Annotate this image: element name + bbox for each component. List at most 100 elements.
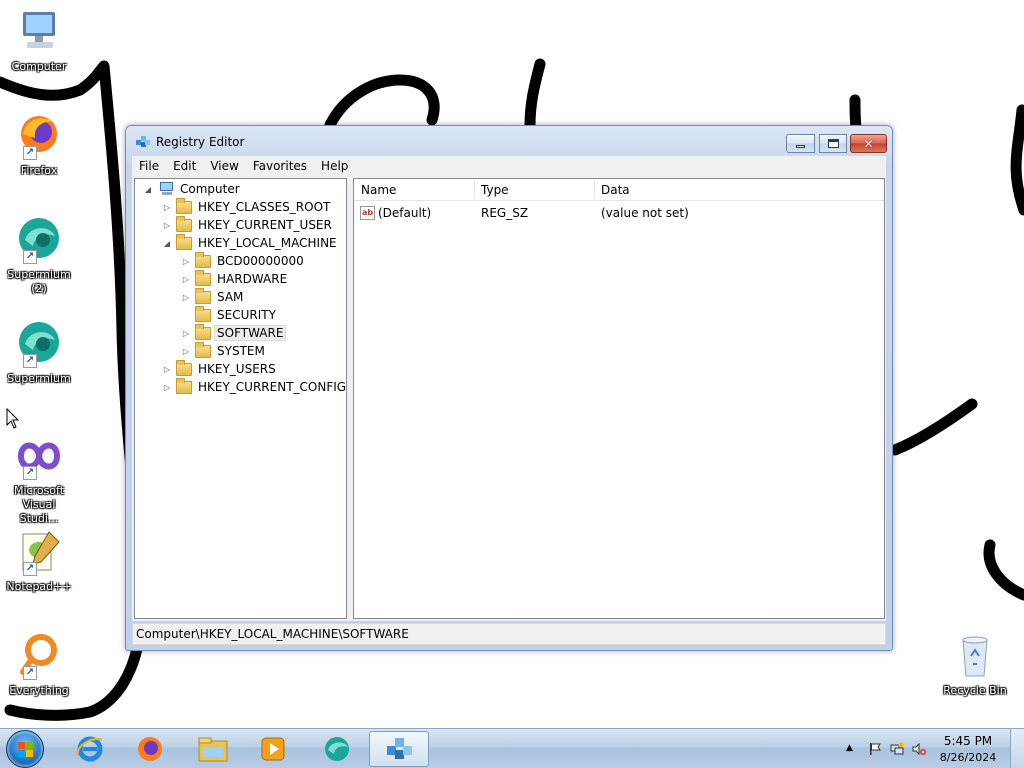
- clock-time[interactable]: 5:45 PM: [938, 734, 998, 748]
- taskbar-file-explorer[interactable]: [185, 731, 241, 767]
- desktop-icon-label: Supermium: [7, 372, 71, 385]
- expand-toggle-icon[interactable]: ▷: [181, 329, 191, 338]
- close-icon: ✕: [863, 136, 874, 151]
- value-row[interactable]: ab (Default) REG_SZ (value not set): [354, 203, 884, 223]
- taskbar-firefox[interactable]: [122, 731, 178, 767]
- shortcut-arrow-icon: ↗: [23, 354, 37, 368]
- folder-icon: [195, 341, 211, 358]
- tree-node-hkcc[interactable]: ▷ HKEY_CURRENT_CONFIG: [162, 377, 347, 396]
- mouse-cursor-icon: [6, 408, 20, 429]
- folder-icon: [195, 251, 211, 268]
- expand-toggle-icon[interactable]: ▷: [181, 257, 191, 266]
- supermium-icon: [325, 737, 349, 761]
- column-divider[interactable]: [594, 181, 595, 199]
- tree-label: Computer: [180, 182, 240, 196]
- desktop-icon-firefox[interactable]: ↗ Firefox: [3, 112, 75, 178]
- tree-node-sam[interactable]: ▷ SAM: [181, 287, 245, 306]
- registry-editor-window[interactable]: Registry Editor ✕ File Edit View Favorit…: [125, 125, 893, 651]
- status-path: Computer\HKEY_LOCAL_MACHINE\SOFTWARE: [136, 627, 409, 641]
- show-desktop-button[interactable]: [1010, 729, 1024, 768]
- column-divider[interactable]: [474, 181, 475, 199]
- tree-node-hklm[interactable]: ◢ HKEY_LOCAL_MACHINE: [162, 233, 339, 252]
- expand-toggle-icon[interactable]: ▷: [162, 221, 172, 230]
- menu-file[interactable]: File: [132, 159, 166, 173]
- taskbar-registry-editor[interactable]: [369, 731, 429, 767]
- expand-toggle-icon[interactable]: ▷: [162, 383, 172, 392]
- folder-icon: [176, 197, 192, 214]
- menu-edit[interactable]: Edit: [166, 159, 203, 173]
- folder-icon: [176, 215, 192, 232]
- tree-label: BCD00000000: [217, 254, 304, 268]
- folder-icon: [195, 323, 211, 340]
- desktop-icon-computer[interactable]: Computer: [3, 8, 75, 74]
- tree-node-hardware[interactable]: ▷ HARDWARE: [181, 269, 289, 288]
- desktop-icon-label: Microsoft Visual Studi...: [13, 484, 65, 525]
- menu-view[interactable]: View: [203, 159, 245, 173]
- tree-node-security[interactable]: SECURITY: [181, 305, 278, 324]
- windows-logo-icon: [18, 742, 33, 757]
- tree-node-software[interactable]: ▷ SOFTWARE: [181, 323, 287, 342]
- clock-date[interactable]: 8/26/2024: [938, 751, 998, 764]
- network-icon[interactable]: [890, 742, 904, 756]
- action-center-flag-icon[interactable]: [868, 742, 882, 756]
- expand-toggle-icon[interactable]: ▷: [162, 203, 172, 212]
- computer-icon: [23, 12, 55, 48]
- shortcut-arrow-icon: ↗: [23, 466, 37, 480]
- taskbar-internet-explorer[interactable]: [62, 731, 118, 767]
- start-button[interactable]: [6, 730, 44, 768]
- tree-node-hkcu[interactable]: ▷ HKEY_CURRENT_USER: [162, 215, 334, 234]
- minimize-icon: [796, 145, 805, 148]
- expand-toggle-icon[interactable]: ▷: [181, 275, 191, 284]
- desktop-icon-label: Notepad++: [6, 580, 72, 593]
- desktop-icon-notepadpp[interactable]: ↗ Notepad++: [3, 528, 75, 594]
- tree-label: HKEY_CURRENT_CONFIG: [198, 380, 347, 394]
- volume-muted-icon[interactable]: [912, 742, 926, 756]
- menu-help[interactable]: Help: [314, 159, 355, 173]
- desktop-icon-recycle-bin[interactable]: Recycle Bin: [939, 632, 1011, 698]
- tree-label: HKEY_CURRENT_USER: [198, 218, 332, 232]
- window-title: Registry Editor: [156, 135, 245, 149]
- tree-node-hku[interactable]: ▷ HKEY_USERS: [162, 359, 278, 378]
- tree-label: SAM: [217, 290, 244, 304]
- tree-node-bcd[interactable]: ▷ BCD00000000: [181, 251, 306, 270]
- registry-tree-pane[interactable]: ◢ Computer ▷ HKEY_CLASSES_ROOT ▷ HKEY_CU…: [134, 178, 347, 619]
- desktop-icon-label: Firefox: [20, 164, 58, 177]
- value-type: REG_SZ: [481, 206, 529, 220]
- tree-node-computer[interactable]: ◢ Computer: [143, 180, 242, 198]
- close-button[interactable]: ✕: [850, 134, 887, 153]
- column-header-name[interactable]: Name: [361, 183, 396, 197]
- desktop-icon-everything[interactable]: ↗ Everything: [3, 632, 75, 698]
- taskbar-supermium[interactable]: [309, 731, 365, 767]
- title-bar[interactable]: Registry Editor ✕: [126, 126, 892, 156]
- collapse-toggle-icon[interactable]: ◢: [162, 239, 172, 248]
- collapse-toggle-icon[interactable]: ◢: [143, 185, 153, 194]
- tree-label: HKEY_CLASSES_ROOT: [198, 200, 331, 214]
- tree-label: SOFTWARE: [213, 325, 287, 341]
- regedit-icon: [387, 738, 412, 759]
- system-tray: ▲ 5:45 PM 8/26/2024: [838, 729, 1024, 768]
- folder-icon: [176, 359, 192, 376]
- expand-toggle-icon[interactable]: ▷: [181, 347, 191, 356]
- computer-icon: [160, 182, 173, 195]
- desktop-icon-visual-studio[interactable]: ↗ Microsoft Visual Studi...: [3, 432, 75, 526]
- menu-favorites[interactable]: Favorites: [246, 159, 314, 173]
- tree-node-hkcr[interactable]: ▷ HKEY_CLASSES_ROOT: [162, 197, 332, 216]
- show-hidden-icons-button[interactable]: ▲: [846, 743, 860, 757]
- folder-icon: [195, 305, 211, 322]
- minimize-button[interactable]: [786, 134, 815, 153]
- column-header-type[interactable]: Type: [481, 183, 509, 197]
- tree-node-system[interactable]: ▷ SYSTEM: [181, 341, 267, 360]
- maximize-button[interactable]: [819, 134, 847, 153]
- desktop-icon-supermium[interactable]: ↗ Supermium: [3, 320, 75, 386]
- registry-values-pane[interactable]: Name Type Data ab (Default) REG_SZ (valu…: [353, 178, 885, 619]
- taskbar-media-player[interactable]: [245, 731, 301, 767]
- file-explorer-icon: [198, 737, 228, 762]
- tree-label: SYSTEM: [217, 344, 265, 358]
- desktop-icon-supermium-2[interactable]: ↗ Supermium (2): [3, 216, 75, 296]
- firefox-icon: [138, 737, 162, 761]
- column-header-data[interactable]: Data: [601, 183, 630, 197]
- expand-toggle-icon[interactable]: ▷: [162, 365, 172, 374]
- shortcut-arrow-icon: ↗: [23, 146, 37, 160]
- internet-explorer-icon: [76, 736, 103, 762]
- expand-toggle-icon[interactable]: ▷: [181, 293, 191, 302]
